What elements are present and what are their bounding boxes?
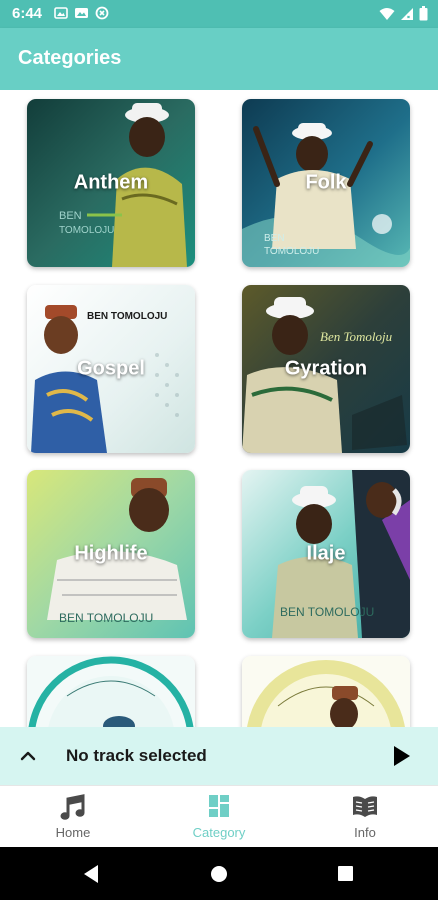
nav-item-info[interactable]: Info [292, 786, 438, 848]
nav-label: Info [354, 825, 376, 840]
system-navigation-bar [0, 847, 438, 900]
book-icon [353, 796, 377, 817]
back-icon[interactable] [82, 864, 100, 884]
data-saver-icon [95, 6, 109, 20]
category-label: Gyration [284, 357, 368, 380]
home-icon[interactable] [210, 865, 228, 883]
play-icon[interactable] [392, 744, 412, 768]
status-bar: 6:44 [0, 0, 438, 28]
svg-text:TOMOLOJU: TOMOLOJU [264, 246, 319, 257]
svg-text:BEN TOMOLOJU: BEN TOMOLOJU [87, 311, 167, 322]
status-time: 6:44 [12, 5, 43, 22]
category-card-partial-left[interactable] [27, 656, 195, 728]
anniversary-artwork [27, 656, 195, 728]
nav-label: Category [192, 825, 246, 840]
page-title: Categories [18, 47, 122, 69]
grid-icon [209, 795, 229, 817]
recents-icon[interactable] [337, 865, 354, 882]
anniversary-artwork [242, 656, 410, 728]
svg-text:TOMOLOJU: TOMOLOJU [59, 225, 114, 236]
category-card-gospel[interactable]: BEN TOMOLOJU Gospel [27, 285, 195, 453]
now-playing-title: No track selected [66, 746, 207, 765]
image-icon [54, 7, 68, 19]
wifi-icon [379, 7, 395, 20]
app-bar: Categories [0, 28, 438, 90]
category-label: Gospel [77, 357, 145, 380]
battery-icon [419, 6, 428, 21]
signal-icon [401, 7, 413, 20]
nav-item-category[interactable]: Category [146, 786, 292, 848]
now-playing-bar[interactable]: No track selected [0, 727, 438, 785]
svg-text:Ben Tomoloju: Ben Tomoloju [320, 329, 393, 344]
category-card-highlife[interactable]: BEN TOMOLOJU Highlife [27, 470, 195, 638]
gallery-icon [75, 8, 88, 18]
category-label: Highlife [74, 542, 148, 565]
category-label: Folk [305, 171, 347, 194]
category-card-anthem[interactable]: BEN TOMOLOJU Anthem [27, 99, 195, 267]
category-grid: BEN TOMOLOJU Anthem BEN TOMOLOJU Folk BE… [0, 90, 438, 728]
category-card-gyration[interactable]: Ben Tomoloju Gyration [242, 285, 410, 453]
category-label: Anthem [73, 171, 149, 194]
music-note-icon [60, 794, 85, 820]
category-card-ilaje[interactable]: BEN TOMOLOJU Ilaje [242, 470, 410, 638]
category-card-folk[interactable]: BEN TOMOLOJU Folk [242, 99, 410, 267]
svg-text:BEN TOMOLOJU: BEN TOMOLOJU [280, 605, 374, 619]
category-label: Ilaje [306, 542, 346, 565]
svg-text:BEN TOMOLOJU: BEN TOMOLOJU [59, 611, 153, 625]
category-card-partial-right[interactable] [242, 656, 410, 728]
bottom-navigation: Home Category Info [0, 785, 438, 847]
svg-text:BEN: BEN [264, 233, 285, 244]
nav-item-home[interactable]: Home [0, 786, 146, 848]
svg-text:BEN: BEN [59, 210, 82, 222]
chevron-up-icon[interactable] [18, 746, 38, 766]
nav-label: Home [55, 825, 91, 840]
